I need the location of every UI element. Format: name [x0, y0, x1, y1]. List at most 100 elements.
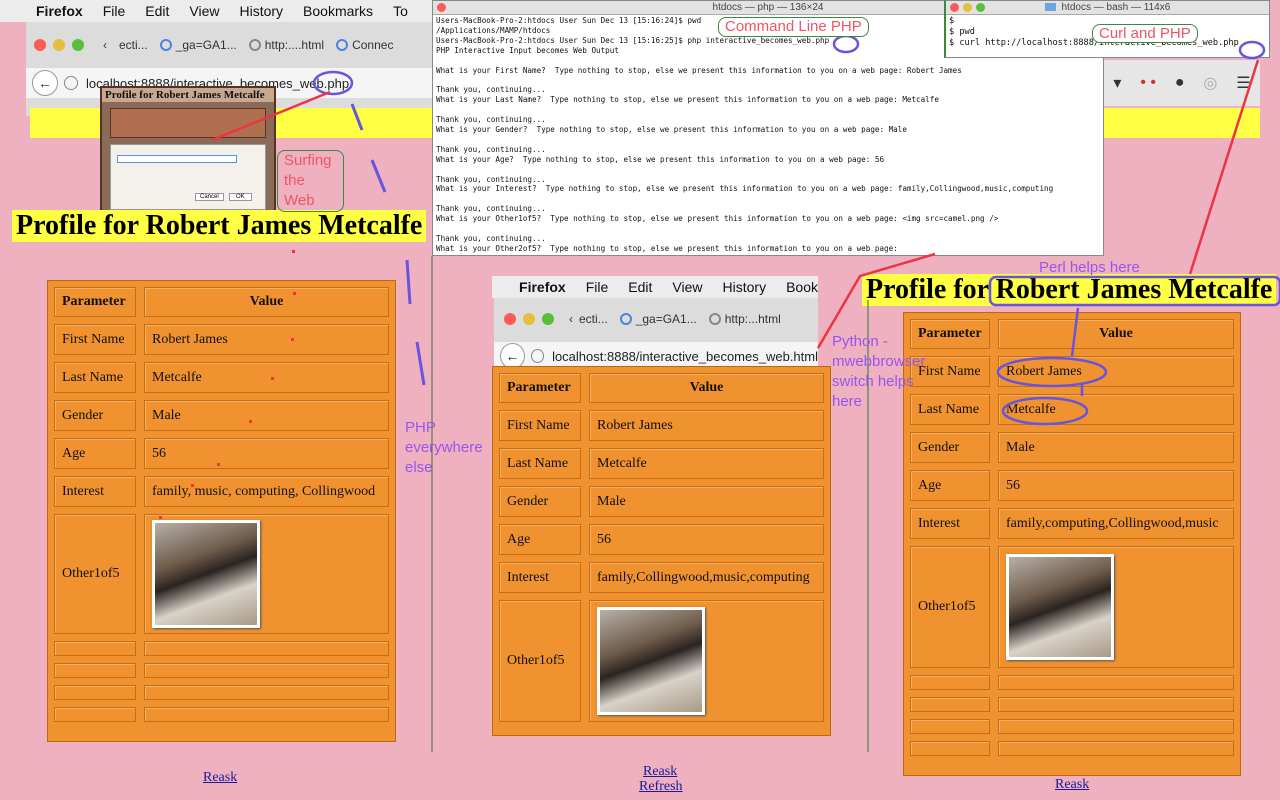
- minimize-icon[interactable]: [963, 3, 972, 12]
- close-window-button[interactable]: [34, 39, 46, 51]
- globe-icon: [708, 313, 721, 325]
- menu-tools[interactable]: To: [393, 3, 408, 19]
- loading-icon: [159, 39, 172, 51]
- close-icon[interactable]: [950, 3, 959, 12]
- terminal-line: What is your First Name? Type nothing to…: [436, 65, 962, 75]
- value-cell: family, music, computing, Collingwood: [144, 476, 389, 507]
- param-cell: Interest: [499, 562, 581, 593]
- camel-photo: [152, 520, 260, 628]
- profile-heading-left: Profile for Robert James Metcalfe: [12, 210, 427, 242]
- mini-dialog-ok[interactable]: OK: [229, 193, 252, 201]
- zoom-icon[interactable]: [976, 3, 985, 12]
- reask-link-mid[interactable]: Reask: [643, 764, 677, 780]
- menu-history[interactable]: History: [239, 3, 283, 19]
- empty-cell: [998, 719, 1234, 734]
- tab-2[interactable]: _ga=GA1...: [159, 38, 237, 52]
- terminal-titlebar: htdocs — bash — 114x6: [946, 1, 1269, 15]
- menu-bookmarks[interactable]: Book: [786, 279, 818, 295]
- value-cell: family,computing,Collingwood,music: [998, 508, 1234, 539]
- menu-history[interactable]: History: [723, 279, 767, 295]
- globe-icon: [530, 349, 545, 363]
- close-icon[interactable]: [437, 3, 446, 12]
- terminal-title: htdocs — bash — 114x6: [1061, 2, 1171, 13]
- back-button[interactable]: ←: [32, 70, 58, 96]
- param-cell: Gender: [54, 400, 136, 431]
- menu-firefox[interactable]: Firefox: [519, 279, 566, 295]
- menu-view[interactable]: View: [672, 279, 702, 295]
- empty-cell: [144, 663, 389, 678]
- tab-1[interactable]: ecti...: [119, 38, 148, 52]
- value-cell: Robert James: [589, 410, 824, 441]
- annotation-curl: Curl and PHP: [1092, 24, 1198, 43]
- terminal-title: htdocs — php — 136×24: [712, 2, 824, 13]
- profile-heading-right: Profile for Robert James Metcalfe: [862, 274, 1277, 306]
- param-cell: Other1of5: [54, 514, 136, 634]
- chat-icon[interactable]: ●: [1175, 74, 1185, 92]
- tab-1[interactable]: ecti...: [579, 312, 608, 326]
- menu-edit[interactable]: Edit: [628, 279, 652, 295]
- zoom-window-button[interactable]: [72, 39, 84, 51]
- camel-photo: [1006, 554, 1114, 660]
- value-cell: [589, 600, 824, 722]
- value-cell: [144, 514, 389, 634]
- red-dot: [292, 250, 295, 253]
- value-cell: Metcalfe: [998, 394, 1234, 425]
- reask-link-left[interactable]: Reask: [203, 770, 237, 786]
- url-text: localhost:8888/interactive_becomes_web.h…: [552, 348, 818, 364]
- empty-cell: [144, 707, 389, 722]
- param-cell: Last Name: [54, 362, 136, 393]
- tab-back-chevron[interactable]: ‹: [569, 312, 573, 326]
- terminal-line: What is your Other2of5? Type nothing to …: [436, 243, 898, 253]
- profile-table-left: Parameter Value First Name Robert James La…: [47, 280, 396, 742]
- tab-3[interactable]: http:...html: [708, 312, 781, 326]
- empty-cell: [54, 663, 136, 678]
- annotation-python: Python -mwebbrowser switch helps here: [832, 333, 926, 410]
- terminal-line: What is your Age? Type nothing to stop, …: [436, 154, 885, 164]
- tab-back-chevron[interactable]: ‹: [103, 38, 107, 52]
- value-cell: Male: [589, 486, 824, 517]
- param-cell: Interest: [54, 476, 136, 507]
- minimize-window-button[interactable]: [523, 313, 535, 325]
- tab-3[interactable]: http:....html: [248, 38, 324, 52]
- empty-cell: [998, 675, 1234, 690]
- menu-edit[interactable]: Edit: [145, 3, 169, 19]
- mini-prompt-dialog: Profile for Robert James Metcalfe Cancel…: [100, 86, 276, 216]
- menu-file[interactable]: File: [103, 3, 126, 19]
- terminal-line: Thank you, continuing...: [436, 233, 546, 243]
- mac-menubar-mid: Firefox File Edit View History Book: [492, 276, 818, 298]
- sync-icon[interactable]: ◎: [1203, 73, 1217, 93]
- param-cell: Last Name: [499, 448, 581, 479]
- reask-link-right[interactable]: Reask: [1055, 777, 1089, 793]
- purple-stroke: [405, 259, 412, 305]
- loading-icon: [336, 39, 349, 51]
- empty-cell: [54, 685, 136, 700]
- value-cell: 56: [589, 524, 824, 555]
- hamburger-menu-icon[interactable]: ☰: [1236, 73, 1250, 93]
- value-cell: Metcalfe: [589, 448, 824, 479]
- menu-view[interactable]: View: [189, 3, 219, 19]
- header-parameter: Parameter: [499, 373, 581, 403]
- value-cell: Male: [998, 432, 1234, 463]
- refresh-link-mid[interactable]: Refresh: [639, 779, 683, 795]
- param-cell: First Name: [54, 324, 136, 355]
- minimize-window-button[interactable]: [53, 39, 65, 51]
- dropdown-icon[interactable]: ▾: [1113, 73, 1121, 93]
- mini-dialog-cancel[interactable]: Cancel: [195, 193, 224, 201]
- mac-menubar: Firefox File Edit View History Bookmarks…: [0, 0, 432, 22]
- menu-firefox[interactable]: Firefox: [36, 3, 83, 19]
- menu-bookmarks[interactable]: Bookmarks: [303, 3, 373, 19]
- terminal-line: Thank you, continuing...: [436, 85, 546, 95]
- menu-file[interactable]: File: [586, 279, 609, 295]
- tab-4[interactable]: Connec: [336, 38, 393, 52]
- zoom-window-button[interactable]: [542, 313, 554, 325]
- tab-2[interactable]: _ga=GA1...: [619, 312, 697, 326]
- close-window-button[interactable]: [504, 313, 516, 325]
- mini-dialog-input[interactable]: [117, 155, 237, 163]
- terminal-line: Thank you, continuing...: [436, 144, 546, 154]
- dots-icon[interactable]: • •: [1140, 74, 1156, 92]
- arrow-left-icon: ←: [505, 348, 520, 364]
